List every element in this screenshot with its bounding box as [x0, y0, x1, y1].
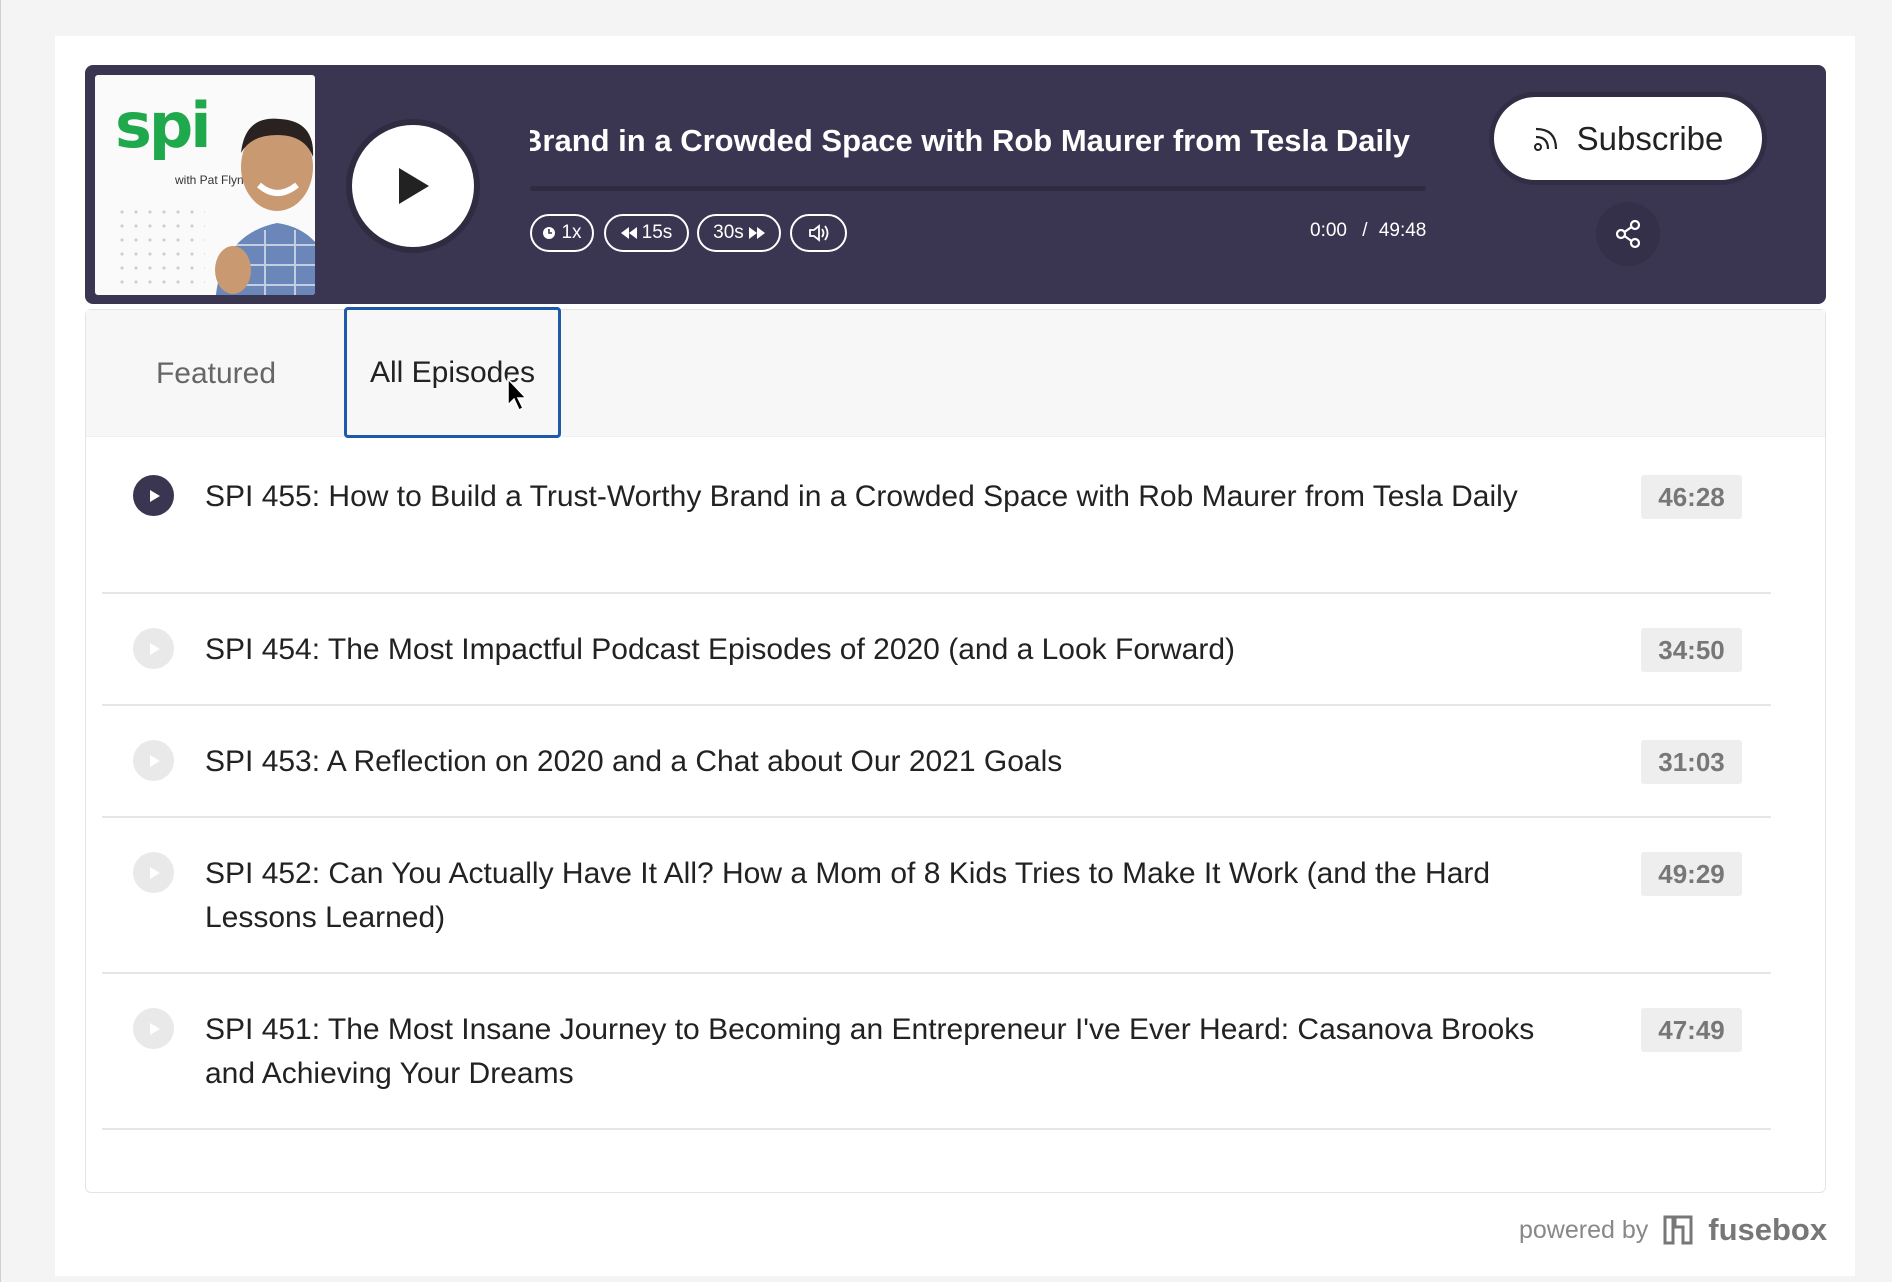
podcast-player-card: spi with Pat Flynn Brand in a Crowded Sp…	[55, 36, 1855, 1276]
tab-featured[interactable]: Featured	[116, 310, 316, 437]
subscribe-button[interactable]: Subscribe	[1494, 97, 1762, 180]
episode-play-button[interactable]	[133, 1008, 174, 1049]
episode-title[interactable]: SPI 455: How to Build a Trust-Worthy Bra…	[205, 475, 1575, 519]
fusebox-brand: fusebox	[1708, 1212, 1828, 1247]
episode-row[interactable]: SPI 451: The Most Insane Journey to Beco…	[102, 974, 1771, 1130]
playback-speed-button[interactable]: 1x	[530, 214, 594, 252]
episode-row[interactable]: SPI 453: A Reflection on 2020 and a Chat…	[102, 706, 1771, 818]
play-icon	[149, 642, 160, 655]
volume-icon	[808, 224, 828, 242]
rewind-label: 15s	[641, 222, 673, 243]
progress-bar[interactable]	[530, 186, 1426, 191]
time-separator: /	[1362, 220, 1368, 241]
episode-row[interactable]: SPI 454: The Most Impactful Podcast Epis…	[102, 594, 1771, 706]
episode-play-button[interactable]	[133, 628, 174, 669]
episode-duration: 34:50	[1641, 628, 1742, 672]
fast-forward-icon	[748, 227, 765, 239]
now-playing-title-marquee: SPI 455: How to Build a Trust-Worthy Bra…	[530, 117, 1410, 161]
podcast-artwork: spi with Pat Flynn	[95, 75, 315, 295]
episode-row[interactable]: SPI 455: How to Build a Trust-Worthy Bra…	[102, 437, 1771, 594]
subscribe-label: Subscribe	[1576, 119, 1724, 157]
player: spi with Pat Flynn Brand in a Crowded Sp…	[85, 65, 1826, 304]
volume-button[interactable]	[790, 214, 847, 252]
forward-label: 30s	[713, 222, 744, 243]
speed-label: 1x	[561, 222, 582, 243]
share-button[interactable]	[1596, 202, 1660, 266]
rewind-15-button[interactable]: 15s	[604, 214, 689, 252]
rss-icon	[1533, 127, 1557, 151]
episode-title[interactable]: SPI 454: The Most Impactful Podcast Epis…	[205, 628, 1575, 672]
episode-row[interactable]: SPI 452: Can You Actually Have It All? H…	[102, 818, 1771, 974]
play-icon	[149, 1022, 160, 1035]
fusebox-logo-icon	[1663, 1215, 1693, 1245]
tab-all-episodes[interactable]: All Episodes	[344, 307, 561, 438]
share-icon	[1615, 219, 1641, 249]
play-button[interactable]	[352, 125, 474, 247]
episode-duration: 46:28	[1641, 475, 1742, 519]
episode-title[interactable]: SPI 453: A Reflection on 2020 and a Chat…	[205, 740, 1575, 784]
episode-title[interactable]: SPI 452: Can You Actually Have It All? H…	[205, 852, 1575, 940]
clock-icon	[543, 227, 556, 239]
powered-by-label: powered by	[1519, 1215, 1649, 1244]
powered-by-footer[interactable]: powered by fusebox	[1519, 1212, 1827, 1248]
episode-play-button[interactable]	[133, 475, 174, 516]
play-icon	[149, 489, 160, 502]
current-time: 0:00	[1310, 220, 1347, 241]
episodes-panel: Featured All Episodes SPI 455: How to Bu…	[85, 307, 1826, 1193]
total-time: 49:48	[1378, 220, 1427, 241]
time-display: 0:00 / 49:48	[1310, 220, 1426, 242]
host-photo-icon	[215, 118, 315, 295]
artwork-logo: spi	[115, 89, 212, 162]
rewind-icon	[620, 227, 637, 239]
play-icon	[149, 866, 160, 879]
now-playing-title: SPI 455: How to Build a Trust-Worthy Bra…	[530, 123, 1410, 158]
episode-play-button[interactable]	[133, 740, 174, 781]
play-icon	[399, 168, 429, 204]
episode-play-button[interactable]	[133, 852, 174, 893]
episode-duration: 49:29	[1641, 852, 1742, 896]
episode-duration: 31:03	[1641, 740, 1742, 784]
forward-30-button[interactable]: 30s	[697, 214, 781, 252]
artwork-dots	[115, 205, 205, 285]
play-icon	[149, 754, 160, 767]
episode-duration: 47:49	[1641, 1008, 1742, 1052]
episode-title[interactable]: SPI 451: The Most Insane Journey to Beco…	[205, 1008, 1575, 1096]
tab-bar: Featured All Episodes	[86, 307, 1825, 438]
